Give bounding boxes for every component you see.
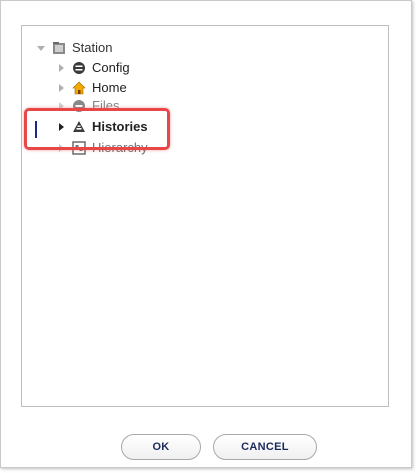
tree-node-label: Hierarchy	[92, 140, 148, 155]
tree-node-hierarchy[interactable]: Hierarchy	[56, 138, 148, 158]
hierarchy-icon	[72, 141, 86, 155]
focus-indicator	[35, 121, 37, 138]
tree-node-station[interactable]: Station	[36, 38, 112, 58]
cancel-button[interactable]: CANCEL	[213, 434, 317, 460]
chevron-right-icon[interactable]	[56, 122, 66, 132]
tree-node-files[interactable]: Files	[56, 96, 119, 116]
home-icon	[72, 81, 86, 95]
config-icon	[72, 61, 86, 75]
chevron-right-icon[interactable]	[56, 101, 66, 111]
chevron-right-icon[interactable]	[56, 63, 66, 73]
tree-node-label: Config	[92, 60, 130, 75]
tree-node-config[interactable]: Config	[56, 58, 130, 78]
chevron-down-icon[interactable]	[36, 43, 46, 53]
chevron-right-icon[interactable]	[56, 83, 66, 93]
ok-button[interactable]: OK	[121, 434, 201, 460]
tree-view[interactable]: Station Config Home Files Histories Hier…	[21, 25, 389, 407]
station-icon	[52, 41, 66, 55]
tree-node-label: Histories	[92, 119, 148, 134]
select-node-dialog: Station Config Home Files Histories Hier…	[0, 0, 412, 468]
tree-node-label: Station	[72, 40, 113, 55]
tree-node-label: Home	[92, 80, 127, 95]
files-icon	[72, 99, 86, 113]
tree-node-label: Files	[92, 98, 120, 113]
tree-node-home[interactable]: Home	[56, 78, 127, 98]
chevron-right-icon[interactable]	[56, 143, 66, 153]
histories-icon	[72, 120, 86, 134]
tree-node-histories[interactable]: Histories	[56, 117, 148, 137]
